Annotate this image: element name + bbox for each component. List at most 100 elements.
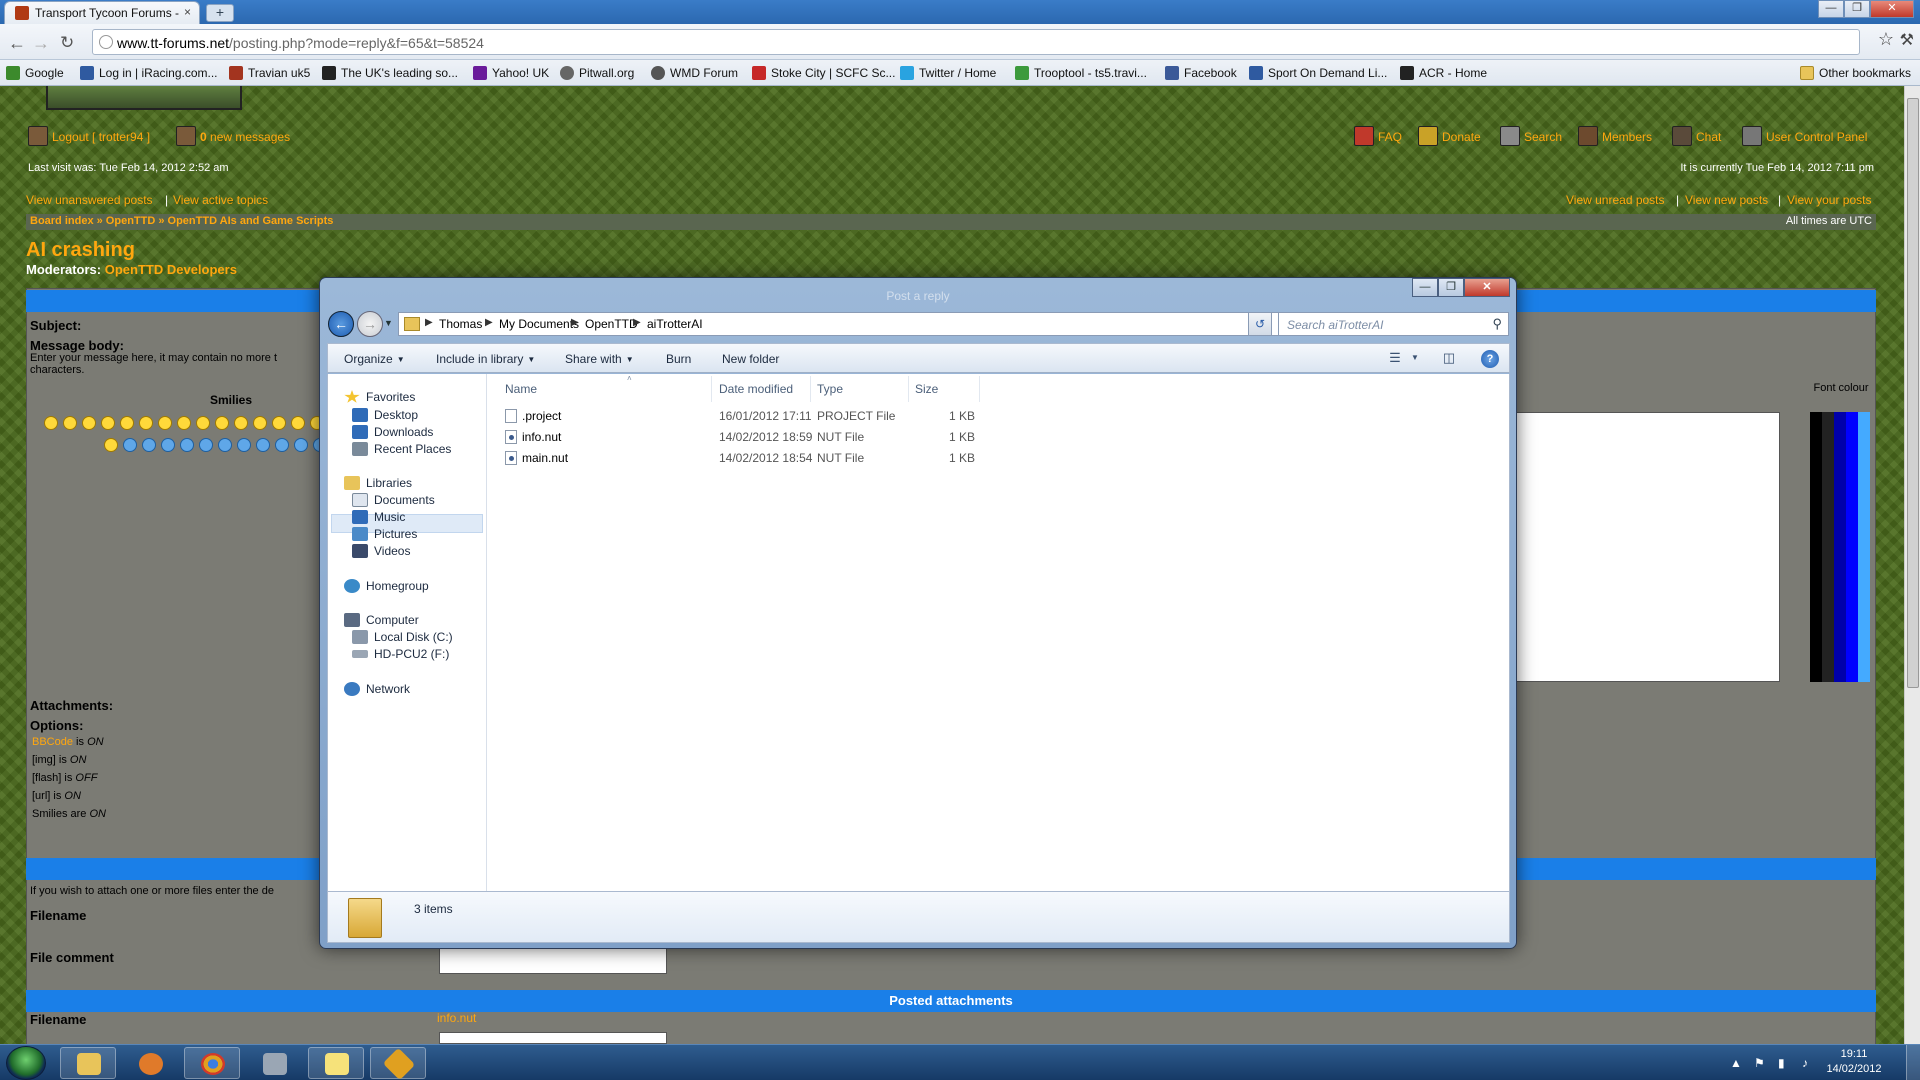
view-options-dropdown-icon[interactable]: ▼: [1406, 353, 1424, 369]
smiley-icon[interactable]: [63, 416, 77, 430]
site-logo[interactable]: [46, 86, 242, 110]
nav-pictures[interactable]: Pictures: [352, 527, 417, 541]
column-divider[interactable]: [810, 376, 811, 402]
unanswered-posts-link[interactable]: View unanswered posts: [26, 193, 153, 207]
nav-libraries[interactable]: Libraries: [344, 476, 412, 490]
bookmark-twitter[interactable]: Twitter / Home: [900, 66, 996, 80]
members-link[interactable]: Members: [1578, 126, 1652, 146]
chevron-right-icon[interactable]: ▶: [425, 317, 433, 328]
smiley-icon[interactable]: [256, 438, 270, 452]
smiley-icon[interactable]: [101, 416, 115, 430]
smiley-icon[interactable]: [180, 438, 194, 452]
file-row[interactable]: main.nut 14/02/2012 18:54 NUT File 1 KB: [497, 449, 1097, 467]
taskbar-sticky-notes[interactable]: [308, 1047, 364, 1079]
explorer-address-bar[interactable]: ▶ Thomas ▶ My Documents ▶ OpenTTD ▶ aiTr…: [398, 312, 1294, 336]
help-icon[interactable]: ?: [1481, 350, 1499, 368]
nav-local-disk[interactable]: Local Disk (C:): [352, 630, 453, 644]
messages-link[interactable]: 0 new messages: [176, 126, 290, 146]
ucp-link[interactable]: User Control Panel: [1742, 126, 1867, 146]
chevron-right-icon[interactable]: ▶: [485, 317, 493, 328]
active-topics-link[interactable]: View active topics: [173, 193, 268, 207]
nav-computer[interactable]: Computer: [344, 613, 419, 627]
explorer-maximize-button[interactable]: ❐: [1438, 278, 1464, 297]
new-folder-button[interactable]: New folder: [722, 352, 779, 366]
file-row[interactable]: info.nut 14/02/2012 18:59 NUT File 1 KB: [497, 428, 1097, 446]
breadcrumb-my-documents[interactable]: My Documents: [499, 317, 579, 331]
column-divider[interactable]: [711, 376, 712, 402]
forward-arrow-icon[interactable]: →: [32, 33, 50, 54]
preview-pane-icon[interactable]: ◫: [1440, 350, 1458, 366]
smiley-icon[interactable]: [294, 438, 308, 452]
smiley-icon[interactable]: [104, 438, 118, 452]
page-info-icon[interactable]: [99, 35, 113, 49]
close-button[interactable]: ✕: [1870, 0, 1914, 18]
logout-link[interactable]: Logout [ trotter94 ]: [28, 126, 150, 146]
start-button[interactable]: [6, 1046, 46, 1080]
address-bar[interactable]: www.tt-forums.net/posting.php?mode=reply…: [92, 29, 1860, 55]
explorer-close-button[interactable]: ✕: [1464, 278, 1510, 297]
bookmark-sport-on-demand[interactable]: Sport On Demand Li...: [1249, 66, 1387, 80]
bookmark-google[interactable]: Google: [6, 66, 64, 80]
smiley-icon[interactable]: [82, 416, 96, 430]
column-header-name[interactable]: Name: [505, 382, 537, 396]
back-arrow-icon[interactable]: ←: [328, 311, 354, 337]
chevron-right-icon[interactable]: ▶: [633, 317, 641, 328]
nav-homegroup[interactable]: Homegroup: [344, 579, 429, 593]
nav-videos[interactable]: Videos: [352, 544, 410, 558]
bookmark-uk-leading[interactable]: The UK's leading so...: [322, 66, 458, 80]
column-divider[interactable]: [908, 376, 909, 402]
column-header-size[interactable]: Size: [915, 382, 938, 396]
other-bookmarks[interactable]: Other bookmarks: [1800, 66, 1911, 80]
breadcrumb-thomas[interactable]: Thomas: [439, 317, 482, 331]
smiley-icon[interactable]: [161, 438, 175, 452]
nav-downloads[interactable]: Downloads: [352, 425, 433, 439]
bookmark-iracing[interactable]: Log in | iRacing.com...: [80, 66, 218, 80]
column-header-type[interactable]: Type: [817, 382, 843, 396]
attached-file-link[interactable]: info.nut: [437, 1011, 476, 1025]
smiley-icon[interactable]: [215, 416, 229, 430]
file-comment-textarea[interactable]: [439, 948, 667, 974]
attachment-comment-textarea[interactable]: [439, 1032, 667, 1044]
new-posts-link[interactable]: View new posts: [1685, 193, 1768, 207]
smiley-icon[interactable]: [199, 438, 213, 452]
wrench-menu-icon[interactable]: ⚒: [1900, 30, 1914, 50]
taskbar-media-player[interactable]: [122, 1047, 178, 1079]
nav-documents[interactable]: Documents: [352, 493, 435, 507]
network-signal-icon[interactable]: ▮: [1778, 1056, 1785, 1070]
bookmark-yahoo[interactable]: Yahoo! UK: [473, 66, 549, 80]
bookmark-trooptool[interactable]: Trooptool - ts5.travi...: [1015, 66, 1147, 80]
smiley-icon[interactable]: [253, 416, 267, 430]
bookmark-acr-home[interactable]: ACR - Home: [1400, 66, 1487, 80]
taskbar-app[interactable]: [246, 1047, 302, 1079]
bbcode-link[interactable]: BBCode: [32, 736, 73, 748]
show-hidden-icons[interactable]: ▲: [1730, 1056, 1742, 1070]
nav-favorites[interactable]: Favorites: [344, 390, 415, 404]
message-body-textarea[interactable]: [1516, 412, 1780, 682]
topic-title[interactable]: AI crashing: [26, 239, 135, 262]
bookmark-stoke-city[interactable]: Stoke City | SCFC Sc...: [752, 66, 895, 80]
bookmark-star-icon[interactable]: ☆: [1878, 29, 1894, 50]
nav-network[interactable]: Network: [344, 682, 410, 696]
breadcrumb[interactable]: Board index » OpenTTD » OpenTTD AIs and …: [30, 215, 333, 227]
show-desktop-button[interactable]: [1906, 1045, 1920, 1080]
volume-icon[interactable]: ♪: [1802, 1056, 1808, 1070]
smiley-icon[interactable]: [272, 416, 286, 430]
breadcrumb-aitrotterai[interactable]: aiTrotterAI: [647, 317, 703, 331]
smiley-icon[interactable]: [237, 438, 251, 452]
scrollbar-thumb[interactable]: [1907, 98, 1919, 688]
minimize-button[interactable]: —: [1818, 0, 1844, 18]
explorer-minimize-button[interactable]: —: [1412, 278, 1438, 297]
smiley-icon[interactable]: [142, 438, 156, 452]
search-link[interactable]: Search: [1500, 126, 1562, 146]
new-tab-button[interactable]: +: [206, 4, 234, 22]
font-colour-palette[interactable]: [1810, 412, 1870, 682]
tab-close-icon[interactable]: ×: [184, 5, 191, 19]
smiley-icon[interactable]: [120, 416, 134, 430]
smiley-icon[interactable]: [218, 438, 232, 452]
forward-arrow-icon[interactable]: →: [357, 311, 383, 337]
maximize-button[interactable]: ❐: [1844, 0, 1870, 18]
bookmark-travian[interactable]: Travian uk5: [229, 66, 310, 80]
column-header-date-modified[interactable]: Date modified: [719, 382, 793, 396]
unread-posts-link[interactable]: View unread posts: [1566, 193, 1665, 207]
taskbar-chrome[interactable]: [184, 1047, 240, 1079]
